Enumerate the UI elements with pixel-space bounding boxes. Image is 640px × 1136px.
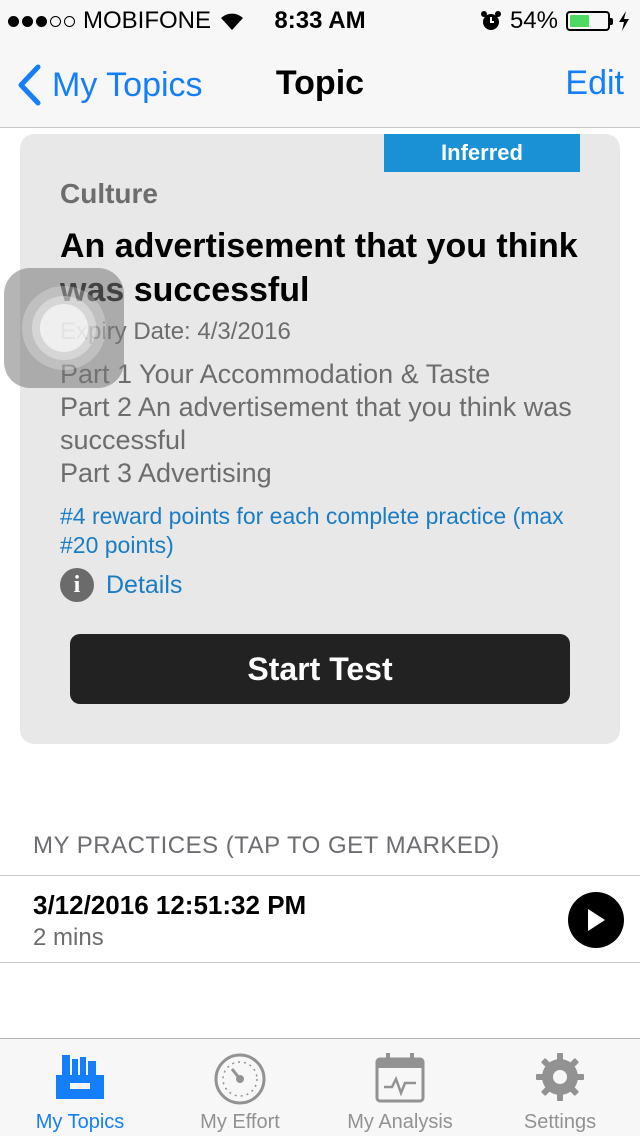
info-icon: i bbox=[60, 568, 94, 602]
tab-my-analysis[interactable]: My Analysis bbox=[320, 1039, 480, 1136]
details-link[interactable]: i Details bbox=[60, 568, 182, 602]
alarm-clock-icon bbox=[480, 11, 501, 30]
navigation-bar: My Topics Topic Edit bbox=[0, 40, 640, 128]
part-item: Part 1 Your Accommodation & Taste bbox=[60, 359, 491, 389]
gear-icon bbox=[536, 1053, 584, 1101]
battery-icon bbox=[566, 11, 613, 31]
edit-button[interactable]: Edit bbox=[565, 64, 624, 103]
calendar-chart-icon bbox=[375, 1053, 425, 1103]
back-button[interactable]: My Topics bbox=[16, 64, 203, 106]
assistive-touch-button[interactable] bbox=[4, 268, 124, 388]
inferred-badge: Inferred bbox=[384, 134, 580, 172]
tab-my-topics[interactable]: My Topics bbox=[0, 1039, 160, 1136]
topic-parts: Part 1 Your Accommodation & Taste Part 2… bbox=[60, 358, 600, 490]
start-test-button[interactable]: Start Test bbox=[70, 634, 570, 704]
back-label: My Topics bbox=[52, 65, 203, 104]
practice-date: 3/12/2016 12:51:32 PM bbox=[33, 890, 307, 920]
status-bar: MOBIFONE 8:33 AM 54% bbox=[0, 0, 640, 40]
reward-points-text: #4 reward points for each complete pract… bbox=[60, 503, 564, 558]
practice-duration: 2 mins bbox=[33, 924, 104, 951]
tab-bar: My Topics My Effort My Analysis Settings bbox=[0, 1038, 640, 1136]
details-label: Details bbox=[106, 570, 183, 599]
topics-icon bbox=[56, 1055, 104, 1099]
topic-title: An advertisement that you think was succ… bbox=[60, 227, 578, 309]
chevron-left-icon bbox=[18, 64, 41, 106]
tab-my-effort[interactable]: My Effort bbox=[160, 1039, 320, 1136]
practices-section-header: MY PRACTICES (TAP TO GET MARKED) bbox=[33, 832, 500, 859]
battery-percentage: 54% bbox=[509, 7, 558, 34]
charging-bolt-icon bbox=[619, 11, 629, 31]
part-item: Part 3 Advertising bbox=[60, 458, 272, 488]
play-icon bbox=[588, 909, 605, 931]
play-button[interactable] bbox=[568, 892, 624, 948]
tab-label: Settings bbox=[523, 1111, 597, 1133]
topic-category: Culture bbox=[60, 178, 158, 209]
tab-label: My Analysis bbox=[347, 1111, 453, 1133]
gauge-icon bbox=[214, 1053, 266, 1105]
tab-label: My Effort bbox=[200, 1111, 280, 1133]
tab-settings[interactable]: Settings bbox=[480, 1039, 640, 1136]
part-item: Part 2 An advertisement that you think w… bbox=[60, 392, 572, 455]
practice-row[interactable]: 3/12/2016 12:51:32 PM 2 mins bbox=[0, 875, 640, 963]
tab-label: My Topics bbox=[35, 1111, 125, 1133]
topic-card: Inferred Culture An advertisement that y… bbox=[20, 134, 620, 744]
